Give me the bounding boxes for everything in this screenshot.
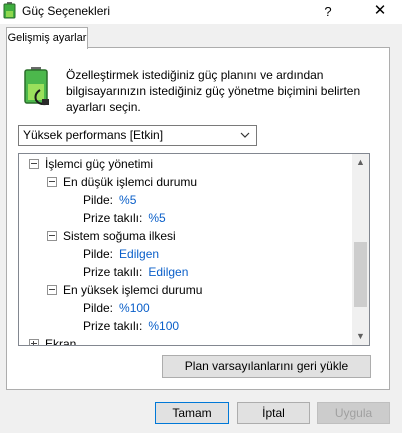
collapse-icon[interactable]	[47, 230, 57, 241]
setting-label: Pilde:	[83, 301, 114, 315]
setting-value-link[interactable]: Edilgen	[119, 247, 159, 261]
tree-group-processor-power[interactable]: İşlemci güç yönetimi	[29, 155, 153, 173]
scroll-thumb[interactable]	[354, 242, 367, 307]
setting-value-link[interactable]: %100	[148, 319, 179, 333]
tree-item-cooling-policy[interactable]: Sistem soğuma ilkesi	[47, 227, 176, 245]
expand-icon[interactable]	[29, 338, 39, 345]
tree-group-label: İşlemci güç yönetimi	[45, 157, 154, 171]
window-title: Güç Seçenekleri	[22, 4, 111, 18]
collapse-icon[interactable]	[47, 176, 57, 187]
tree-item-max-processor-state[interactable]: En yüksek işlemci durumu	[47, 281, 202, 299]
apply-button[interactable]: Uygula	[317, 402, 390, 424]
battery-app-icon	[3, 2, 16, 19]
help-button[interactable]: ?	[317, 1, 339, 23]
tree-item-label: Sistem soğuma ilkesi	[63, 229, 176, 243]
restore-defaults-button[interactable]: Plan varsayılanlarını geri yükle	[162, 355, 371, 378]
battery-plug-icon	[24, 67, 49, 106]
tree-setting-min-battery[interactable]: Pilde: %5	[83, 191, 136, 209]
setting-value-link[interactable]: %100	[119, 301, 150, 315]
ok-button[interactable]: Tamam	[155, 402, 229, 424]
setting-value-link[interactable]: Edilgen	[148, 265, 188, 279]
cancel-button[interactable]: İptal	[237, 402, 310, 424]
setting-value-link[interactable]: %5	[119, 193, 136, 207]
tree-item-min-processor-state[interactable]: En düşük işlemci durumu	[47, 173, 197, 191]
scroll-up-arrow-icon[interactable]: ▲	[352, 154, 369, 171]
tree-setting-max-battery[interactable]: Pilde: %100	[83, 299, 150, 317]
tab-advanced-settings[interactable]: Gelişmiş ayarlar	[6, 27, 88, 49]
scroll-down-arrow-icon[interactable]: ▼	[352, 328, 369, 345]
tree-group-display[interactable]: Ekran	[29, 335, 77, 346]
tree-item-label: En düşük işlemci durumu	[63, 175, 198, 189]
power-plan-value: Yüksek performans [Etkin]	[23, 128, 164, 142]
collapse-icon[interactable]	[29, 158, 39, 169]
collapse-icon[interactable]	[47, 284, 57, 295]
setting-value-link[interactable]: %5	[148, 211, 165, 225]
setting-label: Prize takılı:	[83, 319, 143, 333]
setting-label: Prize takılı:	[83, 211, 143, 225]
setting-label: Pilde:	[83, 247, 114, 261]
tree-setting-min-plugged[interactable]: Prize takılı: %5	[83, 209, 166, 227]
settings-tree[interactable]: İşlemci güç yönetimi En düşük işlemci du…	[18, 153, 370, 346]
vertical-scrollbar[interactable]: ▲ ▼	[352, 154, 369, 345]
tree-group-label: Ekran	[45, 337, 77, 346]
tree-setting-max-plugged[interactable]: Prize takılı: %100	[83, 317, 179, 335]
chevron-down-icon	[240, 132, 250, 138]
tree-setting-cooling-battery[interactable]: Pilde: Edilgen	[83, 245, 159, 263]
power-plan-dropdown[interactable]: Yüksek performans [Etkin]	[18, 125, 257, 146]
description-text: Özelleştirmek istediğiniz güç planını ve…	[66, 68, 361, 114]
title-bar: Güç Seçenekleri ? ✕	[0, 0, 402, 24]
tree-item-label: En yüksek işlemci durumu	[63, 283, 203, 297]
close-button[interactable]: ✕	[358, 0, 402, 24]
setting-label: Pilde:	[83, 193, 114, 207]
setting-label: Prize takılı:	[83, 265, 143, 279]
tree-setting-cooling-plugged[interactable]: Prize takılı: Edilgen	[83, 263, 188, 281]
